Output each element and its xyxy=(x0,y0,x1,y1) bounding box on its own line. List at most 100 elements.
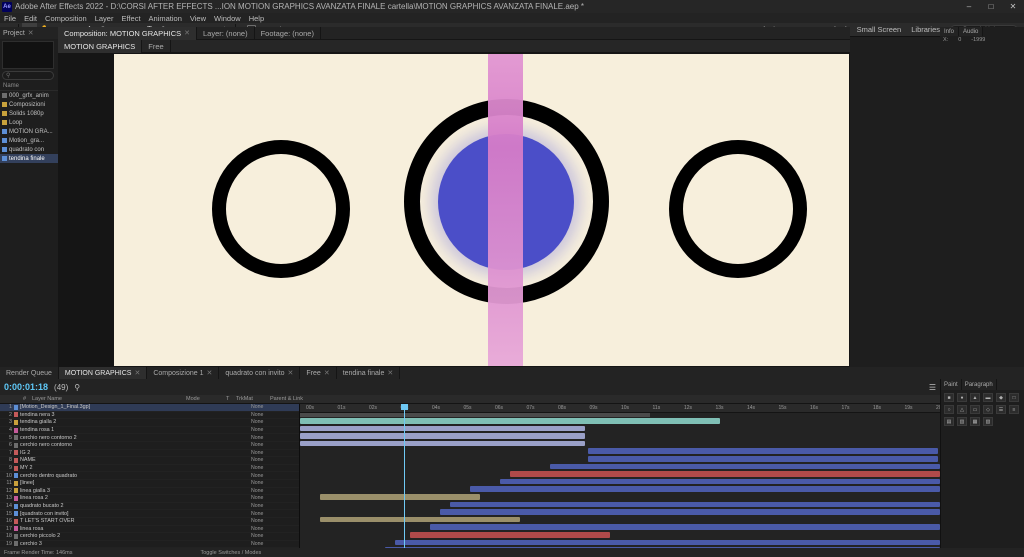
layer-parent[interactable]: None xyxy=(251,503,299,509)
table-row[interactable]: 16 T LET'S START OVER None xyxy=(0,518,299,526)
paint-control-cell[interactable]: △ xyxy=(957,405,967,414)
close-icon[interactable]: ✕ xyxy=(324,369,330,377)
table-row[interactable]: 5 cerchio nero contorno 2 None xyxy=(0,434,299,442)
close-icon[interactable]: ✕ xyxy=(184,29,190,37)
tab-audio[interactable]: Audio xyxy=(959,27,984,36)
layer-parent[interactable]: None xyxy=(251,526,299,532)
composition-viewer[interactable] xyxy=(58,53,850,367)
layer-duration-bar[interactable] xyxy=(500,478,940,485)
layer-track[interactable] xyxy=(300,432,940,440)
paint-control-cell[interactable]: ≡ xyxy=(1009,405,1019,414)
layer-parent[interactable]: None xyxy=(251,404,299,410)
tab-free[interactable]: Free ✕ xyxy=(300,367,337,379)
layer-parent[interactable]: None xyxy=(251,473,299,479)
layer-duration-bar[interactable] xyxy=(300,418,720,424)
layer-track[interactable] xyxy=(300,470,940,478)
list-item[interactable]: Motion_gra... xyxy=(0,136,58,145)
layer-name[interactable]: tendina rosa 1 xyxy=(20,427,211,433)
layer-track[interactable] xyxy=(300,523,940,531)
table-row[interactable]: 9 MY 2 None xyxy=(0,465,299,473)
table-row[interactable]: 13 linea rosa 2 None xyxy=(0,495,299,503)
layer-name[interactable]: [linee] xyxy=(20,480,211,486)
tab-tendina-finale[interactable]: tendina finale ✕ xyxy=(337,367,401,379)
table-row[interactable]: 6 cerchio nero contorno None xyxy=(0,442,299,450)
layer-parent[interactable]: None xyxy=(251,435,299,441)
layer-parent[interactable]: None xyxy=(251,533,299,539)
layer-duration-bar[interactable] xyxy=(550,463,940,470)
layer-name[interactable]: [quadrato con invito] xyxy=(20,511,211,517)
layer-parent[interactable]: None xyxy=(251,511,299,517)
list-item[interactable]: Loop xyxy=(0,118,58,127)
layer-duration-bar[interactable] xyxy=(300,433,585,439)
table-row[interactable]: 12 linea gialla 3 None xyxy=(0,488,299,496)
menu-composition[interactable]: Composition xyxy=(41,14,91,23)
menu-window[interactable]: Window xyxy=(210,14,245,23)
tab-motion-graphics[interactable]: MOTION GRAPHICS ✕ xyxy=(58,367,148,379)
layer-track[interactable] xyxy=(300,417,940,425)
table-row[interactable]: 4 tendina rosa 1 None xyxy=(0,427,299,435)
layer-name[interactable]: NAME xyxy=(20,457,211,463)
layer-parent[interactable]: None xyxy=(251,480,299,486)
subtab-motion-graphics[interactable]: MOTION GRAPHICS xyxy=(58,39,143,53)
layer-track[interactable] xyxy=(300,493,940,501)
layer-duration-bar[interactable] xyxy=(410,532,610,538)
layer-track[interactable] xyxy=(300,508,940,516)
layer-track[interactable] xyxy=(300,447,940,455)
tab-footage[interactable]: Footage: (none) xyxy=(255,26,321,40)
layer-name[interactable]: linea gialla 3 xyxy=(20,488,211,494)
layer-duration-bar[interactable] xyxy=(510,471,940,477)
paint-control-cell[interactable]: ▤ xyxy=(944,417,954,426)
tab-paint[interactable]: Paint xyxy=(941,379,962,390)
layer-duration-bar[interactable] xyxy=(440,509,940,515)
layer-name[interactable]: T LET'S START OVER xyxy=(20,518,211,524)
table-row[interactable]: 14 quadrato bucato 2 None xyxy=(0,503,299,511)
layer-name[interactable]: tendina gialla 2 xyxy=(20,419,211,425)
layer-duration-bar[interactable] xyxy=(320,516,520,523)
list-item[interactable]: MOTION GRA... xyxy=(0,127,58,136)
menu-file[interactable]: File xyxy=(0,14,20,23)
table-row[interactable]: 11 [linee] None xyxy=(0,480,299,488)
minimize-button[interactable]: – xyxy=(958,0,980,13)
paint-control-cell[interactable]: ◆ xyxy=(996,393,1006,402)
layer-parent[interactable]: None xyxy=(251,450,299,456)
layer-name[interactable]: [Motion_Design_1_Final.3gp] xyxy=(20,404,211,410)
close-icon[interactable]: ✕ xyxy=(134,369,140,377)
subtab-free[interactable]: Free xyxy=(142,39,171,53)
layer-name[interactable]: cerchio 3 xyxy=(20,541,211,547)
project-tab[interactable]: Project ✕ xyxy=(0,27,58,39)
layer-parent[interactable]: None xyxy=(251,457,299,463)
list-item[interactable]: Solids 1080p xyxy=(0,109,58,118)
table-row[interactable]: 17 linea rosa None xyxy=(0,526,299,534)
list-item[interactable]: Composizioni xyxy=(0,100,58,109)
layer-parent[interactable]: None xyxy=(251,495,299,501)
layer-parent[interactable]: None xyxy=(251,419,299,425)
toggle-switches-modes[interactable]: Toggle Switches / Modes xyxy=(200,550,261,556)
layer-name[interactable]: MY 2 xyxy=(20,465,211,471)
layer-name[interactable]: IG 2 xyxy=(20,450,211,456)
table-row[interactable]: 18 cerchio piccolo 2 None xyxy=(0,533,299,541)
menu-view[interactable]: View xyxy=(186,14,210,23)
playhead[interactable] xyxy=(401,404,408,552)
project-search-input[interactable]: ⚲ xyxy=(2,71,54,80)
close-button[interactable]: ✕ xyxy=(1002,0,1024,13)
paint-control-cell[interactable]: ◇ xyxy=(983,405,993,414)
tab-paragraph[interactable]: Paragraph xyxy=(962,379,997,390)
paint-control-cell[interactable]: ☰ xyxy=(996,405,1006,414)
layer-track[interactable] xyxy=(300,478,940,486)
table-row[interactable]: 10 cerchio dentro quadrato None xyxy=(0,472,299,480)
layer-name[interactable]: linea rosa 2 xyxy=(20,495,211,501)
layer-name[interactable]: cerchio piccolo 2 xyxy=(20,533,211,539)
layer-track[interactable] xyxy=(300,516,940,524)
layer-track[interactable] xyxy=(300,455,940,463)
close-icon[interactable]: ✕ xyxy=(28,29,34,37)
layer-track[interactable] xyxy=(300,539,940,547)
paint-control-cell[interactable]: ○ xyxy=(944,405,954,414)
paint-control-cell[interactable]: □ xyxy=(1009,393,1019,402)
paint-control-cell[interactable]: ● xyxy=(957,393,967,402)
layer-duration-bar[interactable] xyxy=(430,524,940,530)
tab-composition[interactable]: Composition: MOTION GRAPHICS ✕ xyxy=(58,26,197,40)
tab-info[interactable]: Info xyxy=(940,27,960,36)
list-item[interactable]: 000_grfx_anim xyxy=(0,91,58,100)
list-item[interactable]: quadrato con xyxy=(0,145,58,154)
close-icon[interactable]: ✕ xyxy=(288,369,294,377)
